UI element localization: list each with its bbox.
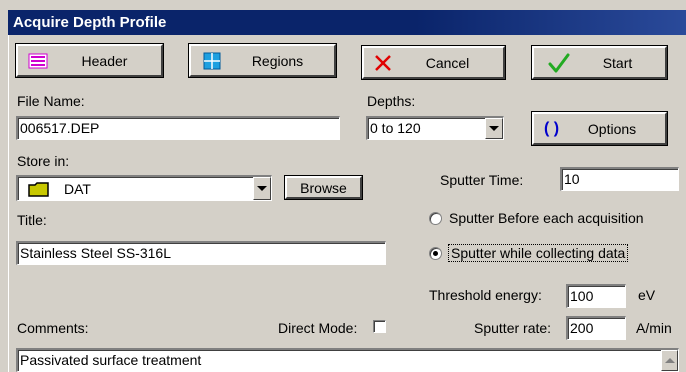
threshold-energy-label: Threshold energy: <box>429 287 542 303</box>
sputter-time-label: Sputter Time: <box>440 172 524 188</box>
start-button-label: Start <box>602 54 633 71</box>
options-brackets-icon: ( ) <box>544 119 560 137</box>
header-button[interactable]: Header <box>16 44 163 77</box>
cancel-button-label: Cancel <box>425 54 470 71</box>
start-button[interactable]: Start <box>532 46 667 79</box>
window-title: Acquire Depth Profile <box>13 14 167 31</box>
folder-icon <box>28 181 50 197</box>
comments-scrollbar-up[interactable] <box>661 350 678 371</box>
chevron-down-icon <box>257 186 267 191</box>
header-icon <box>28 53 48 69</box>
comments-label: Comments: <box>17 320 89 336</box>
sputter-before-radio-option[interactable]: Sputter Before each acquisition <box>429 210 679 228</box>
depths-select[interactable]: 0 to 120 <box>366 116 504 140</box>
sputter-time-input[interactable]: 10 <box>560 167 679 191</box>
file-name-label: File Name: <box>17 93 85 109</box>
sputter-before-label: Sputter Before each acquisition <box>449 210 644 226</box>
chevron-up-icon <box>664 358 675 363</box>
depths-value: 0 to 120 <box>370 120 421 136</box>
sputter-rate-label: Sputter rate: <box>474 320 552 336</box>
browse-button-label: Browse <box>300 179 347 196</box>
sputter-before-radio[interactable] <box>429 212 442 225</box>
regions-icon <box>203 52 221 70</box>
options-button-label: Options <box>587 120 637 137</box>
threshold-energy-input[interactable]: 100 <box>566 284 626 308</box>
threshold-unit: eV <box>638 287 656 303</box>
comments-textarea[interactable]: Passivated surface treatment <box>16 348 679 372</box>
comments-value: Passivated surface treatment <box>20 352 202 368</box>
radio-selected-dot <box>433 251 438 256</box>
title-label: Title: <box>17 212 47 228</box>
regions-button-label: Regions <box>251 52 304 69</box>
store-in-dropdown-arrow[interactable] <box>253 177 271 200</box>
window-title-bar: Acquire Depth Profile <box>8 10 686 35</box>
sputter-while-label: Sputter while collecting data <box>448 244 629 262</box>
sputter-rate-unit: A/min <box>636 320 672 336</box>
chevron-down-icon <box>489 126 499 131</box>
store-in-select[interactable]: DAT <box>16 175 272 201</box>
cancel-button[interactable]: Cancel <box>362 46 505 79</box>
depths-dropdown-arrow[interactable] <box>485 118 503 139</box>
file-name-input[interactable]: 006517.DEP <box>16 116 340 140</box>
store-in-value: DAT <box>64 180 91 197</box>
sputter-rate-input[interactable]: 200 <box>566 316 626 340</box>
options-button[interactable]: ( ) Options <box>532 112 667 145</box>
sputter-while-radio-option[interactable]: Sputter while collecting data <box>429 244 681 263</box>
direct-mode-checkbox[interactable] <box>373 320 386 333</box>
header-button-label: Header <box>81 52 128 69</box>
checkmark-icon <box>548 52 570 74</box>
cancel-x-icon <box>374 54 392 72</box>
depths-label: Depths: <box>367 93 416 109</box>
store-in-label: Store in: <box>17 153 70 169</box>
browse-button[interactable]: Browse <box>285 176 362 199</box>
title-input[interactable]: Stainless Steel SS-316L <box>16 241 386 265</box>
sputter-while-radio[interactable] <box>429 247 442 260</box>
direct-mode-label: Direct Mode: <box>278 320 358 336</box>
regions-button[interactable]: Regions <box>189 44 336 77</box>
